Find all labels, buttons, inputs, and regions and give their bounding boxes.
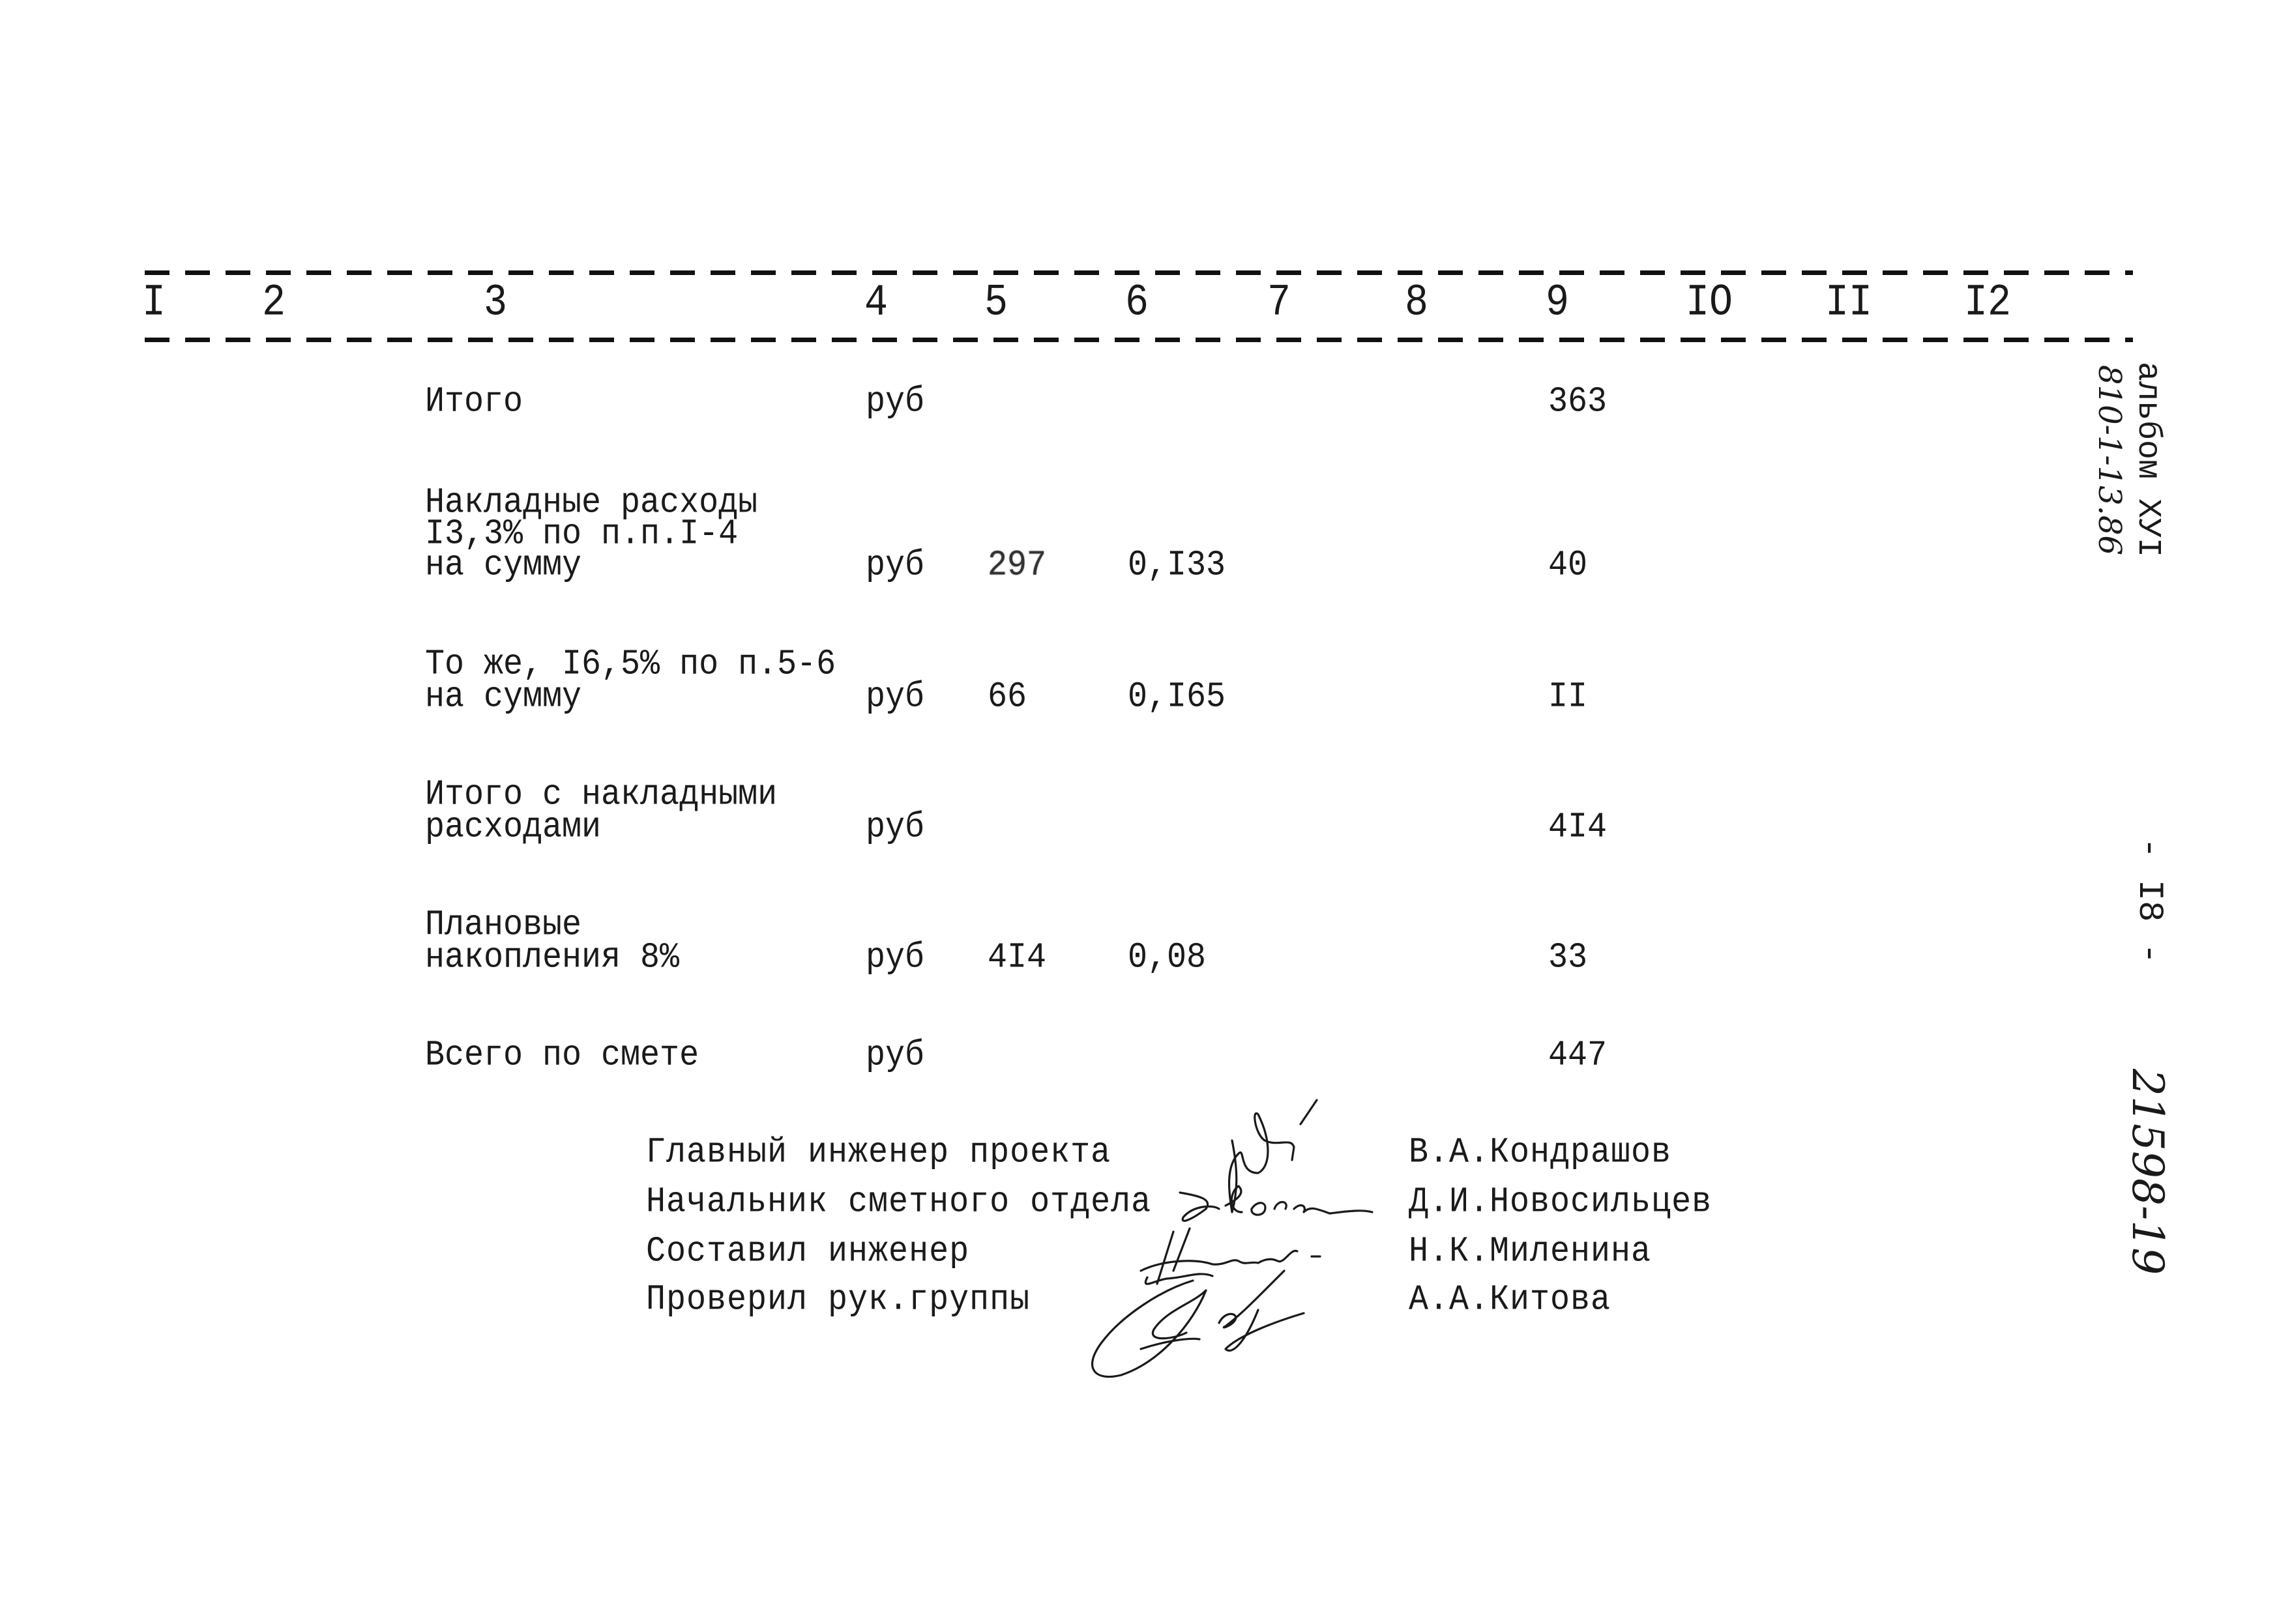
signature-name: А.А.Китова <box>1409 1279 1611 1321</box>
column-header-3: 3 <box>483 277 508 329</box>
row-description: Всего по смете <box>425 1035 699 1077</box>
column-header-11: II <box>1825 277 1873 329</box>
row-amount: 40 <box>1548 545 1588 587</box>
signature-stroke-1b <box>1299 1099 1318 1125</box>
signature-name: Н.К.Миленина <box>1409 1231 1652 1273</box>
column-header-10: IO <box>1685 277 1733 329</box>
row-rate: 0,08 <box>1128 937 1207 979</box>
row-rate: 0,I65 <box>1128 676 1226 718</box>
row-unit: руб <box>866 545 925 587</box>
column-header-2: 2 <box>261 277 286 329</box>
row-description: Итого <box>425 381 523 423</box>
album-label: альбом XУI <box>2129 362 2166 558</box>
row-description-line-2: расходами <box>425 807 602 848</box>
row-unit: руб <box>866 807 925 848</box>
row-rate: 0,I33 <box>1128 545 1226 587</box>
header-bottom-rule <box>145 338 2133 342</box>
row-amount: II <box>1548 676 1588 718</box>
row-unit: руб <box>866 937 925 979</box>
column-header-9: 9 <box>1545 277 1570 329</box>
signature-role: Проверил рук.группы <box>646 1279 1031 1321</box>
handwritten-signatures <box>1091 1099 1374 1378</box>
column-header-7: 7 <box>1267 277 1291 329</box>
row-base-amount: 66 <box>988 676 1027 718</box>
row-amount: 363 <box>1548 381 1608 423</box>
page-number: - I8 - <box>2129 837 2169 964</box>
album-code: 810-1-13.86 <box>2091 365 2128 556</box>
signature-role: Главный инженер проекта <box>646 1132 1111 1174</box>
row-base-amount: 297 <box>988 545 1047 587</box>
column-header-8: 8 <box>1404 277 1429 329</box>
column-header-1: I <box>141 277 166 329</box>
signature-stroke-3 <box>1139 1227 1321 1285</box>
document-number: 21598-19 <box>2123 1069 2173 1275</box>
row-amount: 447 <box>1548 1035 1608 1077</box>
signature-name: Д.И.Новосильцев <box>1409 1182 1712 1223</box>
row-base-amount: 4I4 <box>988 937 1047 979</box>
row-amount: 33 <box>1548 937 1588 979</box>
row-amount: 4I4 <box>1548 807 1608 848</box>
column-header-12: I2 <box>1963 277 2012 329</box>
row-unit: руб <box>866 676 925 718</box>
row-description-line-2: накопления 8% <box>425 937 680 979</box>
signature-name: В.А.Кондрашов <box>1409 1132 1672 1174</box>
signature-role: Составил инженер <box>646 1231 970 1273</box>
header-top-rule <box>145 270 2133 275</box>
row-description-line-3: на сумму <box>425 545 582 587</box>
signature-stroke-2 <box>1179 1185 1374 1222</box>
column-header-4: 4 <box>864 277 889 329</box>
row-unit: руб <box>866 1035 925 1077</box>
row-description-line-2: на сумму <box>425 676 582 718</box>
column-header-6: 6 <box>1124 277 1149 329</box>
column-header-5: 5 <box>984 277 1008 329</box>
row-unit: руб <box>866 381 925 423</box>
signature-stroke-4 <box>1091 1269 1305 1378</box>
